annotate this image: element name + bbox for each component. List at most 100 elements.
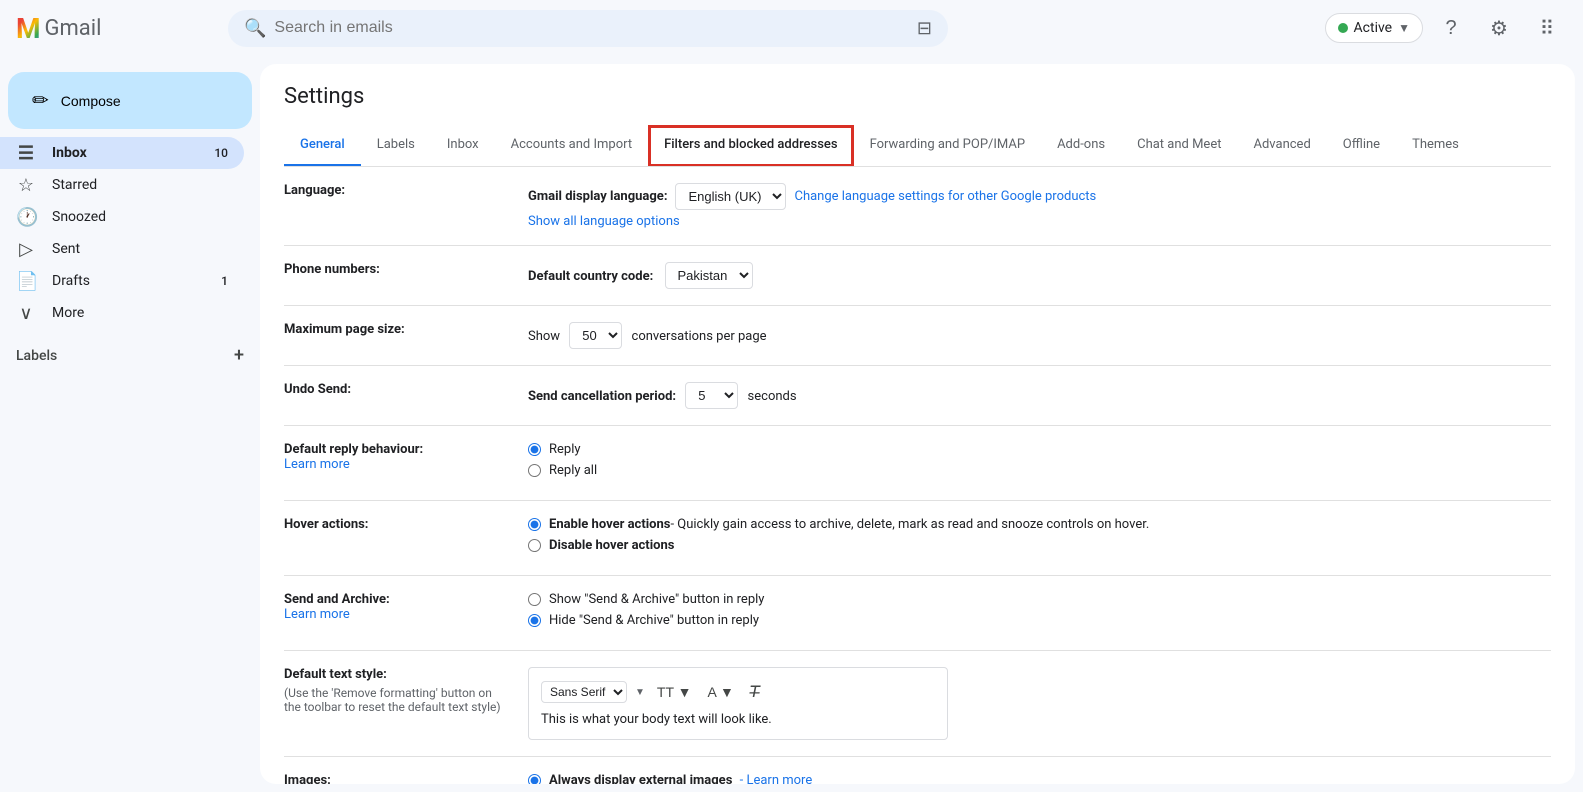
images-always-radio[interactable] <box>528 774 541 784</box>
page-size-suffix: conversations per page <box>632 329 767 344</box>
tab-themes[interactable]: Themes <box>1396 125 1475 167</box>
tab-offline[interactable]: Offline <box>1327 125 1396 167</box>
reply-radio[interactable] <box>528 443 541 456</box>
text-style-toolbar: Sans Serif ▼ TT ▼ A ▼ 𝘛̶ <box>541 680 935 704</box>
help-button[interactable]: ? <box>1431 8 1471 48</box>
hover-disable-radio[interactable] <box>528 539 541 552</box>
active-dot-icon <box>1338 23 1348 33</box>
settings-row-text-style: Default text style: (Use the 'Remove for… <box>284 651 1551 757</box>
settings-row-send-archive: Send and Archive: Learn more Show "Send … <box>284 576 1551 651</box>
hover-actions-content: Enable hover actions- Quickly gain acces… <box>528 517 1551 559</box>
chevron-down-icon: ▼ <box>635 687 645 698</box>
starred-icon: ☆ <box>16 175 36 196</box>
country-code-select[interactable]: Pakistan <box>665 262 753 289</box>
labels-title: Labels <box>16 348 57 364</box>
reply-behaviour-learn-more[interactable]: Learn more <box>284 457 350 472</box>
undo-send-prefix: Send cancellation period: <box>528 389 676 404</box>
images-always-label: Always display external images - Learn m… <box>549 773 812 784</box>
tab-chat[interactable]: Chat and Meet <box>1121 125 1237 167</box>
reply-behaviour-label: Default reply behaviour: Learn more <box>284 442 504 484</box>
reply-label: Reply <box>549 442 581 457</box>
sidebar-item-snoozed[interactable]: 🕐 Snoozed <box>0 201 244 233</box>
phone-content: Default country code: Pakistan <box>528 262 1551 289</box>
send-archive-content: Show "Send & Archive" button in reply Hi… <box>528 592 1551 634</box>
undo-send-content: Send cancellation period: 5 10 20 30 sec… <box>528 382 1551 409</box>
hover-disable-label: Disable hover actions <box>549 538 674 553</box>
tab-advanced[interactable]: Advanced <box>1237 125 1326 167</box>
tab-forwarding[interactable]: Forwarding and POP/IMAP <box>854 125 1042 167</box>
search-input[interactable] <box>274 19 908 37</box>
reply-option-reply-all: Reply all <box>528 463 1551 478</box>
undo-send-label: Undo Send: <box>284 382 504 409</box>
images-learn-more-link[interactable]: - Learn more <box>740 773 813 784</box>
settings-row-images: Images: Always display external images -… <box>284 757 1551 784</box>
settings-container: Settings General Labels Inbox Accounts a… <box>260 64 1575 784</box>
text-style-preview: This is what your body text will look li… <box>541 712 935 727</box>
settings-title: Settings <box>284 84 1551 109</box>
settings-row-phone: Phone numbers: Default country code: Pak… <box>284 246 1551 306</box>
drafts-icon: 📄 <box>16 271 36 292</box>
send-archive-show-label: Show "Send & Archive" button in reply <box>549 592 764 607</box>
sidebar-item-drafts[interactable]: 📄 Drafts 1 <box>0 265 244 297</box>
tab-inbox[interactable]: Inbox <box>431 125 495 167</box>
hover-disable-option: Disable hover actions <box>528 538 1551 553</box>
tab-general[interactable]: General <box>284 125 361 167</box>
reply-behaviour-content: Reply Reply all <box>528 442 1551 484</box>
compose-label: Compose <box>61 93 121 109</box>
page-size-select[interactable]: 50 25 10 <box>569 322 622 349</box>
remove-formatting-button[interactable]: 𝘛̶ <box>746 680 764 704</box>
sidebar-item-inbox[interactable]: ☰ Inbox 10 <box>0 137 244 169</box>
tab-labels[interactable]: Labels <box>361 125 431 167</box>
sidebar-item-label: Drafts <box>52 273 205 289</box>
text-style-editor: Sans Serif ▼ TT ▼ A ▼ 𝘛̶ This is what yo… <box>528 667 948 740</box>
sidebar: ✏ Compose ☰ Inbox 10 ☆ Starred 🕐 Snoozed… <box>0 56 260 792</box>
language-content: Gmail display language: English (UK) Cha… <box>528 183 1551 229</box>
language-label: Language: <box>284 183 504 229</box>
inbox-icon: ☰ <box>16 143 36 164</box>
send-archive-learn-more[interactable]: Learn more <box>284 607 350 622</box>
drafts-count: 1 <box>221 274 228 288</box>
settings-row-reply-behaviour: Default reply behaviour: Learn more Repl… <box>284 426 1551 501</box>
gmail-text: Gmail <box>45 16 102 41</box>
active-status-button[interactable]: Active ▼ <box>1325 13 1423 43</box>
text-size-button[interactable]: TT ▼ <box>653 682 696 702</box>
text-style-sublabel: (Use the 'Remove formatting' button on t… <box>284 686 504 714</box>
add-label-button[interactable]: + <box>234 345 244 366</box>
tab-addons[interactable]: Add-ons <box>1041 125 1121 167</box>
undo-send-suffix: seconds <box>748 389 797 404</box>
search-icon: 🔍 <box>244 18 266 39</box>
topbar: M Gmail 🔍 ⊟ Active ▼ ? ⚙ ⠿ <box>0 0 1583 56</box>
sidebar-item-label: Starred <box>52 177 228 193</box>
reply-all-radio[interactable] <box>528 464 541 477</box>
language-select[interactable]: English (UK) <box>675 183 786 210</box>
sidebar-item-sent[interactable]: ▷ Sent <box>0 233 244 265</box>
change-language-link[interactable]: Change language settings for other Googl… <box>794 189 1096 204</box>
send-archive-show-radio[interactable] <box>528 593 541 606</box>
send-archive-hide-label: Hide "Send & Archive" button in reply <box>549 613 759 628</box>
font-select[interactable]: Sans Serif <box>541 681 627 703</box>
search-filter-icon[interactable]: ⊟ <box>917 18 932 39</box>
undo-send-select[interactable]: 5 10 20 30 <box>685 382 738 409</box>
inbox-count: 10 <box>214 146 228 160</box>
images-always-option: Always display external images - Learn m… <box>528 773 1551 784</box>
sidebar-item-starred[interactable]: ☆ Starred <box>0 169 244 201</box>
text-color-button[interactable]: A ▼ <box>704 682 738 702</box>
phone-label: Phone numbers: <box>284 262 504 289</box>
compose-icon: ✏ <box>32 88 49 113</box>
sidebar-item-more[interactable]: ∨ More <box>0 297 244 329</box>
apps-button[interactable]: ⠿ <box>1527 8 1567 48</box>
tab-accounts[interactable]: Accounts and Import <box>495 125 648 167</box>
settings-tabs: General Labels Inbox Accounts and Import… <box>284 125 1551 167</box>
sidebar-item-label: Inbox <box>52 145 198 161</box>
hover-enable-radio[interactable] <box>528 518 541 531</box>
compose-button[interactable]: ✏ Compose <box>8 72 252 129</box>
settings-button[interactable]: ⚙ <box>1479 8 1519 48</box>
labels-header: Labels + <box>0 337 260 374</box>
send-archive-hide-radio[interactable] <box>528 614 541 627</box>
show-all-languages-link[interactable]: Show all language options <box>528 214 1551 229</box>
active-label: Active <box>1354 20 1393 36</box>
tab-filters[interactable]: Filters and blocked addresses <box>648 125 853 167</box>
search-bar[interactable]: 🔍 ⊟ <box>228 10 948 47</box>
sent-icon: ▷ <box>16 239 36 260</box>
hover-enable-label: Enable hover actions- Quickly gain acces… <box>549 517 1149 532</box>
